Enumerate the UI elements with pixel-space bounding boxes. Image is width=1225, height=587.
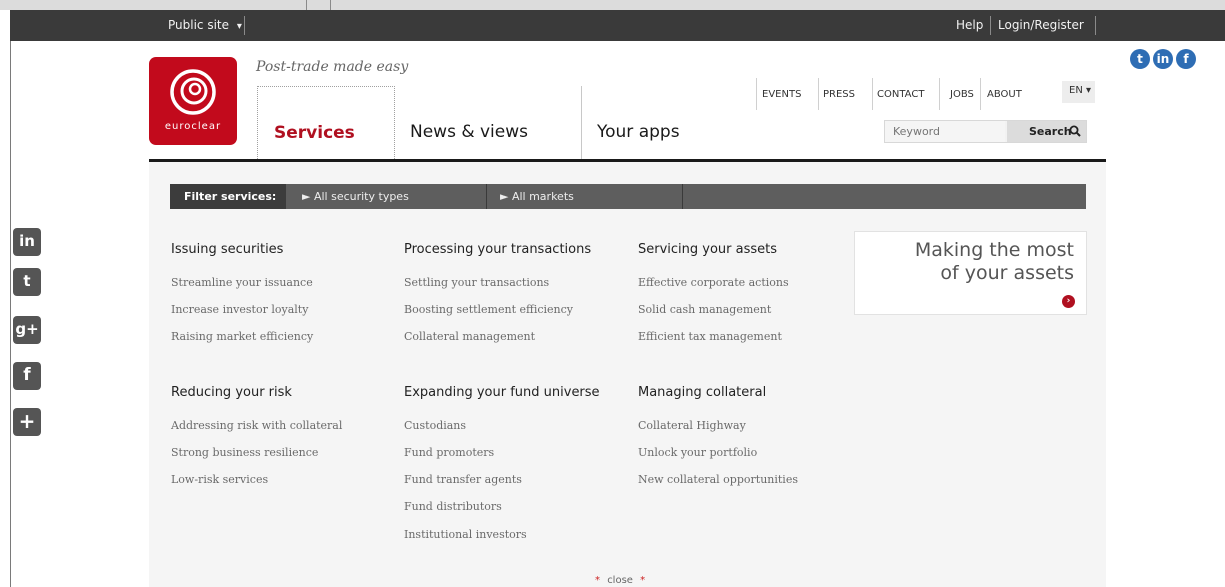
issuing-link[interactable]: Increase investor loyalty	[171, 303, 308, 316]
language-selector[interactable]: EN ▾	[1062, 81, 1095, 103]
risk-link[interactable]: Addressing risk with collateral	[171, 419, 342, 432]
funds-link[interactable]: Custodians	[404, 419, 466, 432]
processing-link[interactable]: Collateral management	[404, 330, 535, 343]
top-bar-divider	[1095, 16, 1096, 35]
risk-link[interactable]: Strong business resilience	[171, 446, 318, 459]
search-icon	[1069, 125, 1081, 137]
chevron-down-icon: ▾	[236, 21, 242, 32]
promo-line-2: of your assets	[940, 262, 1074, 284]
tab-news-label: News & views	[410, 122, 529, 142]
utility-divider	[756, 78, 757, 110]
star-icon: *	[595, 575, 600, 586]
facebook-icon[interactable]: f	[1176, 49, 1196, 69]
public-site-dropdown[interactable]: Public site ▾	[168, 18, 242, 32]
risk-heading[interactable]: Reducing your risk	[171, 385, 292, 400]
funds-link[interactable]: Fund distributors	[404, 500, 502, 513]
spiral-icon	[170, 69, 216, 115]
top-bar: Public site ▾ Help Login/Register	[10, 10, 1225, 41]
filter-label: Filter services:	[184, 190, 277, 203]
servicing-heading[interactable]: Servicing your assets	[638, 242, 777, 257]
funds-link[interactable]: Fund transfer agents	[404, 473, 522, 486]
tagline: Post-trade made easy	[256, 59, 409, 75]
servicing-link[interactable]: Solid cash management	[638, 303, 771, 316]
contact-link[interactable]: CONTACT	[877, 89, 924, 100]
googleplus-share-icon[interactable]: g+	[13, 316, 41, 344]
chrome-divider	[306, 0, 307, 10]
funds-link[interactable]: Fund promoters	[404, 446, 494, 459]
tab-news-views[interactable]: News & views	[393, 86, 579, 162]
utility-divider	[818, 78, 819, 110]
servicing-link[interactable]: Effective corporate actions	[638, 276, 789, 289]
filter-divider	[486, 184, 487, 209]
funds-link[interactable]: Institutional investors	[404, 528, 527, 541]
search-input[interactable]	[885, 121, 1005, 142]
collateral-link[interactable]: New collateral opportunities	[638, 473, 798, 486]
twitter-share-icon[interactable]: t	[13, 268, 41, 296]
search-box: Search	[884, 120, 1087, 143]
servicing-link[interactable]: Efficient tax management	[638, 330, 782, 343]
utility-divider	[939, 78, 940, 110]
linkedin-share-icon[interactable]: in	[13, 228, 41, 256]
search-button-label: Search	[1029, 125, 1072, 138]
utility-divider	[980, 78, 981, 110]
collateral-link[interactable]: Collateral Highway	[638, 419, 746, 432]
tab-services-label: Services	[274, 123, 355, 143]
utility-nav: EVENTS PRESS CONTACT JOBS ABOUT	[756, 78, 1066, 110]
jobs-link[interactable]: JOBS	[950, 89, 974, 100]
more-share-icon[interactable]: +	[13, 408, 41, 436]
logo-wordmark: euroclear	[164, 121, 222, 132]
page-left-border	[10, 41, 11, 587]
utility-divider	[872, 78, 873, 110]
collateral-link[interactable]: Unlock your portfolio	[638, 446, 757, 459]
filter-divider	[682, 184, 683, 209]
issuing-link[interactable]: Raising market efficiency	[171, 330, 313, 343]
processing-heading[interactable]: Processing your transactions	[404, 242, 591, 257]
chrome-divider	[330, 0, 331, 10]
security-types-filter[interactable]: ► All security types	[302, 190, 409, 203]
filter-bar: Filter services: ► All security types ► …	[170, 184, 1086, 209]
tab-your-apps[interactable]: Your apps	[581, 86, 752, 162]
close-label: close	[607, 575, 633, 586]
language-label: EN ▾	[1069, 85, 1091, 96]
close-menu-link[interactable]: * close *	[595, 575, 645, 586]
press-link[interactable]: PRESS	[823, 89, 855, 100]
arrow-right-icon[interactable]: ›	[1062, 295, 1075, 308]
browser-chrome-strip	[0, 0, 1225, 10]
services-mega-menu	[149, 162, 1106, 587]
promo-banner[interactable]: Making the most of your assets ›	[854, 231, 1087, 315]
tab-services[interactable]: Services	[257, 86, 395, 163]
search-button[interactable]: Search	[1007, 121, 1086, 142]
twitter-icon[interactable]: t	[1130, 49, 1150, 69]
issuing-link[interactable]: Streamline your issuance	[171, 276, 313, 289]
promo-line-1: Making the most	[914, 239, 1074, 261]
public-site-label: Public site	[168, 18, 230, 32]
issuing-heading[interactable]: Issuing securities	[171, 242, 283, 257]
filter-label-box: Filter services:	[170, 184, 286, 209]
euroclear-logo[interactable]: euroclear	[149, 57, 237, 145]
events-link[interactable]: EVENTS	[762, 89, 801, 100]
help-link[interactable]: Help	[956, 18, 983, 32]
risk-link[interactable]: Low-risk services	[171, 473, 268, 486]
processing-link[interactable]: Settling your transactions	[404, 276, 549, 289]
facebook-share-icon[interactable]: f	[13, 362, 41, 390]
top-bar-divider	[244, 16, 245, 35]
collateral-heading[interactable]: Managing collateral	[638, 385, 766, 400]
linkedin-icon[interactable]: in	[1153, 49, 1173, 69]
login-register-link[interactable]: Login/Register	[998, 18, 1084, 32]
markets-filter[interactable]: ► All markets	[500, 190, 574, 203]
tab-apps-label: Your apps	[597, 122, 680, 142]
funds-heading[interactable]: Expanding your fund universe	[404, 385, 600, 400]
about-link[interactable]: ABOUT	[987, 89, 1022, 100]
star-icon: *	[640, 575, 646, 586]
top-bar-divider	[990, 16, 991, 35]
processing-link[interactable]: Boosting settlement efficiency	[404, 303, 573, 316]
